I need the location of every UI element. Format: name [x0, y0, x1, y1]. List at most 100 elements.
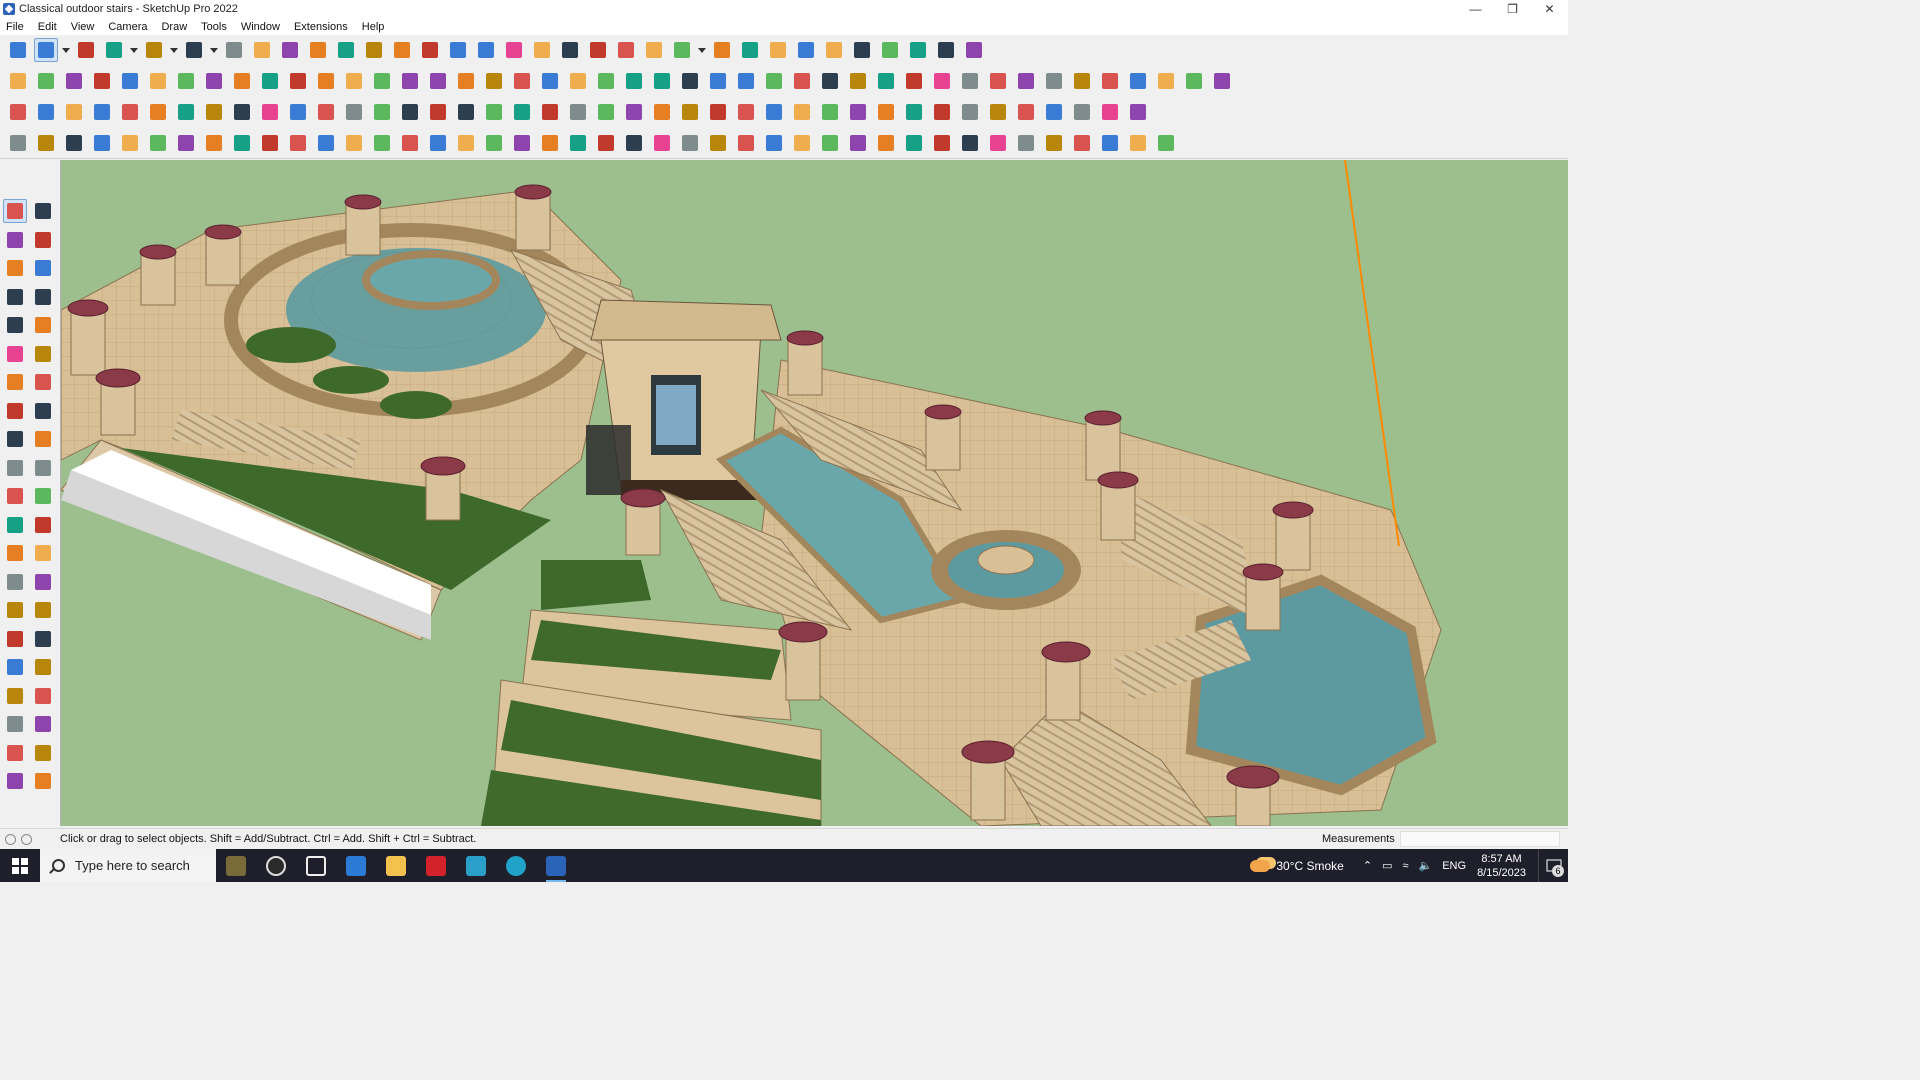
line-button[interactable]	[286, 131, 310, 155]
component-tool-button[interactable]	[3, 256, 27, 280]
tool-button[interactable]	[986, 131, 1010, 155]
arc-tool-button[interactable]	[3, 399, 27, 423]
geo-location-icon[interactable]	[5, 833, 16, 845]
tool-button[interactable]	[510, 131, 534, 155]
solid-button[interactable]	[34, 69, 58, 93]
tool-button[interactable]	[902, 100, 926, 124]
cone-button[interactable]	[538, 100, 562, 124]
box-button[interactable]	[426, 69, 450, 93]
stack-button[interactable]	[794, 38, 818, 62]
news-widget[interactable]	[216, 849, 256, 882]
tool-button[interactable]	[818, 131, 842, 155]
stack-button[interactable]	[822, 38, 846, 62]
3d-text-tool-button[interactable]	[31, 570, 55, 594]
chevron-up-icon[interactable]: ⌃	[1363, 859, 1372, 872]
resize-button[interactable]	[850, 38, 874, 62]
measurements-input[interactable]	[1400, 831, 1560, 847]
start-button[interactable]	[0, 849, 40, 882]
tool-button[interactable]	[6, 131, 30, 155]
tool-button[interactable]	[1154, 131, 1178, 155]
star-button[interactable]	[902, 69, 926, 93]
line-button[interactable]	[314, 131, 338, 155]
layers-tool-button[interactable]	[3, 769, 27, 793]
tool-button[interactable]	[902, 131, 926, 155]
tool-button[interactable]	[846, 131, 870, 155]
intersect-button[interactable]	[90, 69, 114, 93]
menu-view[interactable]: View	[71, 21, 95, 33]
line-tool-button[interactable]	[3, 285, 27, 309]
zoom-window-button[interactable]	[502, 38, 526, 62]
cortana[interactable]	[256, 849, 296, 882]
layer-button[interactable]	[6, 100, 30, 124]
arc-tool-button[interactable]	[3, 370, 27, 394]
box-button[interactable]	[314, 100, 338, 124]
menu-edit[interactable]: Edit	[38, 21, 57, 33]
loop-button[interactable]	[650, 100, 674, 124]
grid-button[interactable]	[1042, 100, 1066, 124]
axes-button[interactable]	[766, 38, 790, 62]
edge[interactable]	[496, 849, 536, 882]
tool-button[interactable]	[846, 100, 870, 124]
tape-measure-tool-button[interactable]	[3, 513, 27, 537]
push-button[interactable]	[174, 69, 198, 93]
push-button[interactable]	[118, 69, 142, 93]
layers-tool-button[interactable]	[31, 769, 55, 793]
tool-button[interactable]	[930, 131, 954, 155]
pencil-button[interactable]	[678, 69, 702, 93]
tool-button[interactable]	[930, 100, 954, 124]
tool-button[interactable]	[818, 100, 842, 124]
rectangle-button[interactable]	[182, 38, 206, 62]
dropdown-arrow-button[interactable]	[169, 38, 179, 62]
menu-help[interactable]: Help	[362, 21, 385, 33]
tool-button[interactable]	[958, 131, 982, 155]
account-button[interactable]	[670, 38, 694, 62]
close-button[interactable]: ✕	[1531, 0, 1568, 18]
close-button[interactable]	[1070, 100, 1094, 124]
component-button[interactable]	[710, 38, 734, 62]
pan-button[interactable]	[474, 38, 498, 62]
tool-button[interactable]	[678, 131, 702, 155]
parallelogram-button[interactable]	[818, 69, 842, 93]
tool-button[interactable]	[1126, 131, 1150, 155]
tool-button[interactable]	[594, 131, 618, 155]
tool-button[interactable]	[762, 100, 786, 124]
pie-tool-button[interactable]	[31, 370, 55, 394]
polygon-tool-button[interactable]	[31, 342, 55, 366]
line-button[interactable]	[370, 131, 394, 155]
texture-button[interactable]	[1070, 69, 1094, 93]
frame-button[interactable]	[286, 100, 310, 124]
hook-button[interactable]	[342, 100, 366, 124]
rotate-button[interactable]	[202, 100, 226, 124]
language-indicator[interactable]: ENG	[1442, 860, 1466, 872]
tool-button[interactable]	[482, 131, 506, 155]
zoom-window-tool-button[interactable]	[31, 627, 55, 651]
section-button[interactable]	[342, 69, 366, 93]
layer-button[interactable]	[146, 100, 170, 124]
tool-button[interactable]	[762, 131, 786, 155]
push-pull-tool-button[interactable]	[31, 427, 55, 451]
solid-button[interactable]	[62, 69, 86, 93]
zoom-extents-button[interactable]	[530, 38, 554, 62]
model-viewport[interactable]	[60, 160, 1568, 826]
tool-button[interactable]	[538, 131, 562, 155]
sandbox-button[interactable]	[558, 38, 582, 62]
tool-button[interactable]	[1098, 131, 1122, 155]
rectangle-button[interactable]	[706, 69, 730, 93]
arc-tool-button[interactable]	[31, 399, 55, 423]
contours-tool-button[interactable]	[31, 741, 55, 765]
shape-button[interactable]	[930, 69, 954, 93]
circle-button[interactable]	[874, 69, 898, 93]
dropdown-arrow-button[interactable]	[61, 38, 71, 62]
house-button[interactable]	[538, 69, 562, 93]
sketchup-3[interactable]	[456, 849, 496, 882]
house-button[interactable]	[594, 69, 618, 93]
cross-button[interactable]	[426, 100, 450, 124]
tape-measure-button[interactable]	[362, 38, 386, 62]
dropdown-arrow-button[interactable]	[697, 38, 707, 62]
info-icon[interactable]	[21, 833, 32, 845]
orbit-tool-button[interactable]	[31, 199, 55, 223]
cone-button[interactable]	[510, 100, 534, 124]
shape-button[interactable]	[958, 69, 982, 93]
tool-button[interactable]	[174, 131, 198, 155]
section-plane-tool-button[interactable]	[31, 712, 55, 736]
